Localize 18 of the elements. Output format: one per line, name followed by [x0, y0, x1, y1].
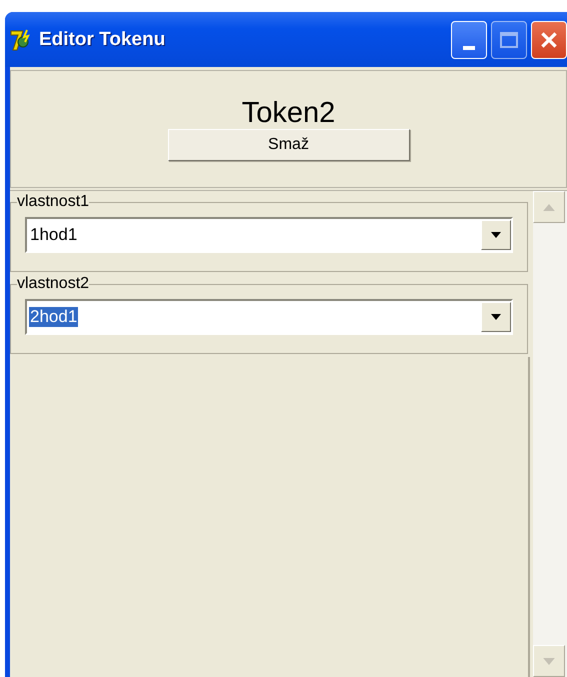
dropdown-value: 2hod1: [29, 307, 78, 327]
dropdown-arrow-button[interactable]: [481, 302, 511, 332]
close-button[interactable]: [531, 20, 567, 58]
delete-button[interactable]: Smaž: [168, 129, 410, 161]
caret-down-icon: [491, 314, 501, 320]
group-label: vlastnost2: [17, 275, 90, 293]
minimize-button[interactable]: [451, 20, 487, 58]
caret-down-icon: [543, 658, 555, 664]
caret-up-icon: [543, 204, 555, 210]
maximize-button[interactable]: [491, 20, 527, 58]
dropdown-value: 1hod1: [29, 225, 78, 245]
window-title: Editor Tokenu: [39, 28, 166, 50]
group-label: vlastnost1: [17, 193, 90, 211]
dropdown-arrow-button[interactable]: [481, 220, 511, 250]
dropdown-field[interactable]: 1hod1: [25, 217, 513, 253]
caret-down-icon: [491, 232, 501, 238]
dropdown-field[interactable]: 2hod1: [25, 299, 513, 335]
token-title: Token2: [242, 97, 336, 129]
